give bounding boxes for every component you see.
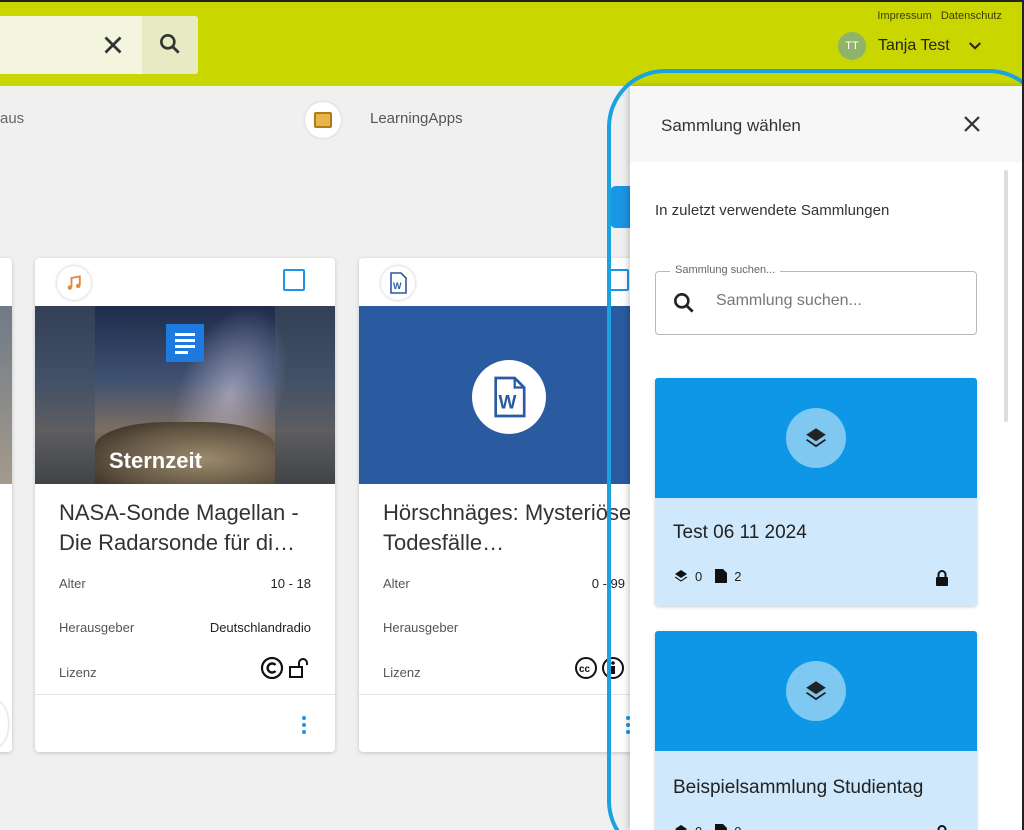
material-card[interactable]: Sternzeit NASA-Sonde Magellan - Die Rada… xyxy=(35,258,335,752)
age-row: Alter 0 - 99 xyxy=(383,576,625,591)
sub-collection-count: 0 xyxy=(695,568,703,584)
filter-label[interactable]: aus xyxy=(0,110,24,127)
svg-text:cc: cc xyxy=(579,664,591,675)
collection-card-header xyxy=(655,378,977,498)
card-image: Sternzeit xyxy=(35,306,335,484)
collection-search-field[interactable]: Sammlung suchen... xyxy=(655,264,977,335)
license-label: Lizenz xyxy=(383,664,421,680)
top-bar: Impressum Datenschutz TT Tanja Test xyxy=(0,0,1024,86)
collection-drawer: Sammlung wählen In zuletzt verwendete Sa… xyxy=(630,86,1024,830)
age-value: 0 - 99 xyxy=(591,576,625,591)
card-title[interactable]: NASA-Sonde Magellan - Die Radarsonde für… xyxy=(59,498,319,558)
recent-collections-heading: In zuletzt verwendete Sammlungen xyxy=(655,202,890,219)
card-image: W xyxy=(359,306,649,484)
divider xyxy=(35,694,335,695)
music-note-icon xyxy=(57,266,91,300)
svg-text:W: W xyxy=(393,281,402,291)
layers-icon xyxy=(675,825,687,830)
search-field-label: Sammlung suchen... xyxy=(670,264,781,276)
search-icon xyxy=(160,34,180,54)
age-row: Alter 10 - 18 xyxy=(59,576,311,591)
creative-commons-icon: cc xyxy=(575,657,597,679)
file-icon xyxy=(715,824,728,830)
collection-name: Beispielsammlung Studientag xyxy=(673,777,924,798)
publisher-label: Herausgeber xyxy=(59,620,135,635)
layers-icon xyxy=(674,570,688,582)
search-icon xyxy=(674,293,694,313)
impressum-link[interactable]: Impressum xyxy=(877,10,931,22)
layers-icon xyxy=(786,661,846,721)
collection-card[interactable]: Test 06 11 2024 0 2 xyxy=(655,378,977,606)
collection-card-header xyxy=(655,631,977,751)
publisher-row: Herausgeber xyxy=(383,620,625,635)
learningapps-label[interactable]: LearningApps xyxy=(370,110,463,127)
license-label: Lizenz xyxy=(59,664,97,680)
unlock-icon xyxy=(289,658,308,678)
age-value: 10 - 18 xyxy=(270,576,311,591)
word-document-icon: W xyxy=(472,360,546,434)
sub-collection-count: 0 xyxy=(695,824,702,830)
card-image xyxy=(0,306,12,484)
close-icon[interactable] xyxy=(960,112,984,136)
collection-name: Test 06 11 2024 xyxy=(673,522,807,543)
more-options-icon[interactable] xyxy=(299,714,309,736)
scrollbar[interactable] xyxy=(1004,170,1008,422)
collection-card[interactable]: Beispielsammlung Studientag 0 0 xyxy=(655,631,977,830)
publisher-value: Deutschlandradio xyxy=(209,620,311,635)
avatar: TT xyxy=(838,32,866,60)
document-icon xyxy=(166,324,204,362)
collection-search-input[interactable] xyxy=(716,292,956,310)
svg-text:W: W xyxy=(499,392,517,413)
material-card-partial[interactable] xyxy=(0,258,12,752)
publisher-row: Herausgeber Deutschlandradio xyxy=(59,620,311,635)
attribution-icon xyxy=(602,657,624,679)
search-button[interactable] xyxy=(142,16,198,74)
file-icon xyxy=(715,569,728,583)
material-card[interactable]: W W Hörschnäges: Mysteriöse Todesfälle… … xyxy=(359,258,649,752)
divider xyxy=(359,694,649,695)
clear-search-icon[interactable] xyxy=(98,30,128,60)
datenschutz-link[interactable]: Datenschutz xyxy=(941,10,1002,22)
material-count: 0 xyxy=(734,824,741,830)
drawer-header: Sammlung wählen xyxy=(630,86,1024,162)
select-checkbox[interactable] xyxy=(607,269,629,291)
collection-stats: 0 0 xyxy=(673,823,753,830)
age-label: Alter xyxy=(383,576,410,591)
license-row: Lizenz xyxy=(59,656,311,680)
top-links: Impressum Datenschutz xyxy=(871,10,1002,22)
learningapps-logo xyxy=(305,102,341,138)
collection-stats: 0 2 xyxy=(673,568,753,584)
card-title[interactable]: Hörschnäges: Mysteriöse Todesfälle… xyxy=(383,498,643,558)
search-field[interactable] xyxy=(0,16,198,74)
layers-icon xyxy=(786,408,846,468)
material-count: 2 xyxy=(734,568,742,584)
lock-icon xyxy=(937,825,947,830)
age-label: Alter xyxy=(59,576,86,591)
chevron-down-icon[interactable] xyxy=(966,37,984,55)
user-menu[interactable]: TT Tanja Test xyxy=(838,32,984,60)
select-checkbox[interactable] xyxy=(283,269,305,291)
user-name: Tanja Test xyxy=(878,37,950,54)
publisher-label: Herausgeber xyxy=(383,620,459,635)
drawer-title: Sammlung wählen xyxy=(661,116,801,135)
image-label: Sternzeit xyxy=(109,448,202,473)
word-document-icon: W xyxy=(381,266,415,300)
copyright-icon xyxy=(260,656,284,680)
license-row: Lizenz cc xyxy=(383,657,625,680)
lock-icon xyxy=(936,570,948,586)
